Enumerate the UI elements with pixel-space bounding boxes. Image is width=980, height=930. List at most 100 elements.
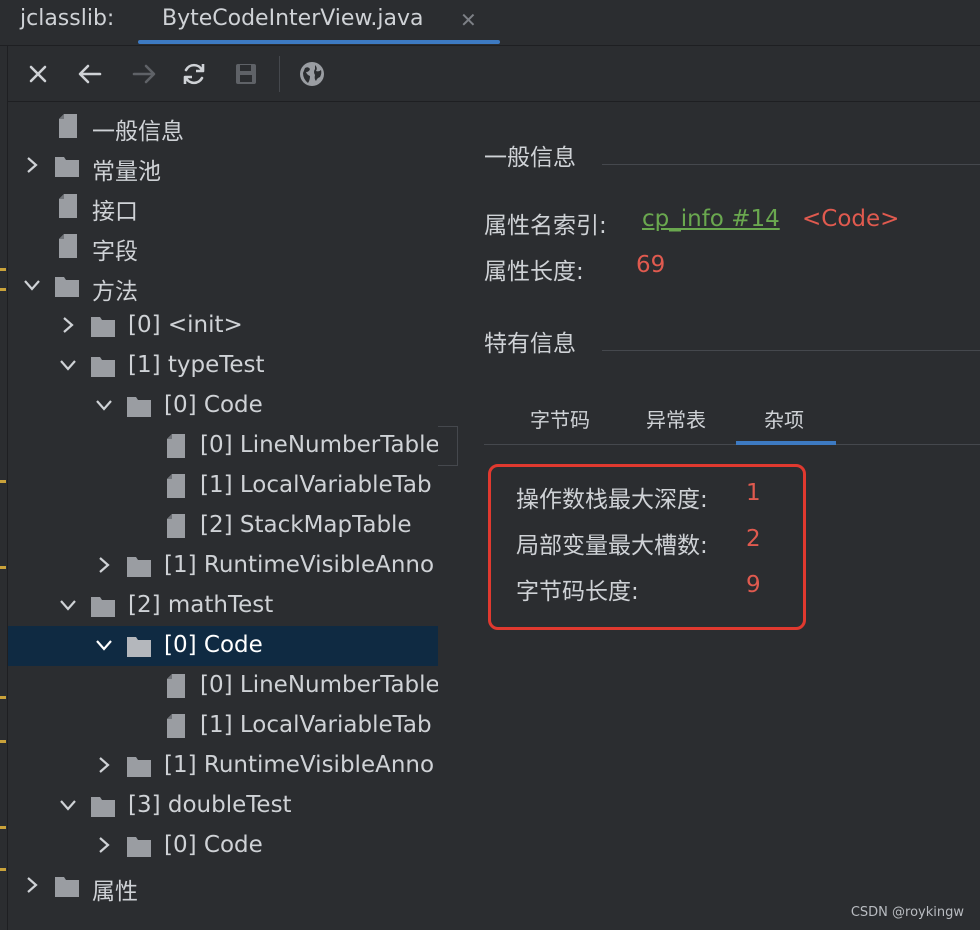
max-locals-label: 局部变量最大槽数: [516,533,708,559]
chevron-down-icon[interactable] [58,595,78,615]
editor-tab-bar: jclasslib: ByteCodeInterView.java ✕ [0,0,980,46]
tree-node-mathtest-code[interactable]: [0] Code [8,626,438,666]
tree-node-label: 属性 [92,879,138,905]
tab-misc[interactable]: 杂项 [764,404,804,433]
chevron-down-icon[interactable] [58,355,78,375]
folder-icon [127,757,151,777]
chevron-down-icon[interactable] [94,395,114,415]
chevron-down-icon[interactable] [22,275,42,295]
folder-icon [127,557,151,577]
tree-node-label: [0] Code [164,392,263,418]
tree-node-methods[interactable]: 方法 [8,266,438,306]
toolbar [8,46,980,102]
chevron-down-icon[interactable] [94,635,114,655]
file-icon [59,234,77,258]
tree-node-label: [0] LineNumberTable [200,672,438,698]
chevron-right-icon[interactable] [94,835,114,855]
general-info-title: 一般信息 [484,145,576,171]
tree-node-attributes[interactable]: 属性 [8,866,438,906]
tree-node-typetest-linenumbertable[interactable]: [0] LineNumberTable [8,426,438,466]
tree-node-interfaces[interactable]: 接口 [8,186,438,226]
attr-length-label: 属性长度: [484,259,584,285]
save-icon[interactable] [230,58,262,90]
folder-icon [91,797,115,817]
tree-node-method-typetest[interactable]: [1] typeTest [8,346,438,386]
chevron-right-icon[interactable] [94,755,114,775]
file-icon [167,474,185,498]
tree-node-label: [0] Code [164,832,263,858]
file-icon [167,714,185,738]
attr-length-value: 69 [636,252,666,278]
tree-node-method-mathtest[interactable]: [2] mathTest [8,586,438,626]
folder-icon [55,277,79,297]
browser-icon[interactable] [296,58,328,90]
attr-name-index-label: 属性名索引: [484,213,607,239]
tree-node-method-doubletest[interactable]: [3] doubleTest [8,786,438,826]
folder-icon [55,877,79,897]
cp-info-link[interactable]: cp_info #14 [642,206,780,232]
tab-exception-table[interactable]: 异常表 [646,404,706,433]
tree-node-label: 接口 [92,199,138,225]
gutter-marker [0,566,6,569]
tree-node-label: 字段 [92,239,138,265]
tree-node-general-info[interactable]: 一般信息 [8,106,438,146]
tree-node-method-init[interactable]: [0] <init> [8,306,438,346]
max-stack-value: 1 [746,480,761,506]
chevron-right-icon[interactable] [22,155,42,175]
tree-node-typetest-localvariabletable[interactable]: [1] LocalVariableTab [8,466,438,506]
toolbar-separator [279,56,280,92]
tree-node-label: [1] RuntimeVisibleAnno [164,752,435,778]
tab-close-icon[interactable]: ✕ [460,8,477,32]
tree-node-mathtest-localvariabletable[interactable]: [1] LocalVariableTab [8,706,438,746]
code-length-value: 9 [746,572,761,598]
tree-node-label: [0] Code [164,632,263,658]
code-length-label: 字节码长度: [516,579,639,605]
folder-icon [127,637,151,657]
folder-icon [55,157,79,177]
tree-node-fields[interactable]: 字段 [8,226,438,266]
folder-icon [91,357,115,377]
tab-bytecode[interactable]: 字节码 [530,404,590,433]
tree-node-label: [0] <init> [128,312,243,338]
forward-icon[interactable] [128,58,160,90]
tree-node-doubletest-code[interactable]: [0] Code [8,826,438,866]
tree-node-typetest-stackmaptable[interactable]: [2] StackMapTable [8,506,438,546]
gutter-marker [0,696,6,699]
active-subtab-indicator [736,441,836,445]
back-icon[interactable] [74,58,106,90]
file-icon [167,514,185,538]
refresh-icon[interactable] [178,58,210,90]
tree-node-label: [1] RuntimeVisibleAnno [164,552,435,578]
chevron-right-icon[interactable] [94,555,114,575]
tree-node-typetest-runtimevisibleannotations[interactable]: [1] RuntimeVisibleAnno [8,546,438,586]
chevron-right-icon[interactable] [22,875,42,895]
tree-node-label: 常量池 [92,159,161,185]
close-icon[interactable] [22,58,54,90]
tree-node-mathtest-runtimevisibleannotations[interactable]: [1] RuntimeVisibleAnno [8,746,438,786]
max-locals-value: 2 [746,526,761,552]
file-icon [59,114,77,138]
gutter-marker [0,268,6,271]
tree-node-constant-pool[interactable]: 常量池 [8,146,438,186]
folder-icon [127,837,151,857]
tree-node-label: [1] LocalVariableTab [200,472,432,498]
gutter-marker [0,288,6,291]
tree-node-mathtest-linenumbertable[interactable]: [0] LineNumberTable [8,666,438,706]
folder-icon [91,597,115,617]
tree-node-label: 一般信息 [92,119,184,145]
tree-node-label: 方法 [92,279,138,305]
tree-node-label: [1] LocalVariableTab [200,712,432,738]
chevron-down-icon[interactable] [58,795,78,815]
tree-node-label: [2] mathTest [128,592,274,618]
left-gutter [0,46,8,930]
tab-bytecodeinterview[interactable]: ByteCodeInterView.java [162,6,424,31]
subtab-divider [484,444,980,445]
chevron-right-icon[interactable] [58,315,78,335]
gutter-marker [0,826,6,829]
tree-node-label: [3] doubleTest [128,792,292,818]
section-divider [602,164,980,165]
tree-node-typetest-code[interactable]: [0] Code [8,386,438,426]
watermark: CSDN @roykingw [850,905,964,920]
section-divider [602,350,980,351]
tree-node-label: [0] LineNumberTable [200,432,438,458]
